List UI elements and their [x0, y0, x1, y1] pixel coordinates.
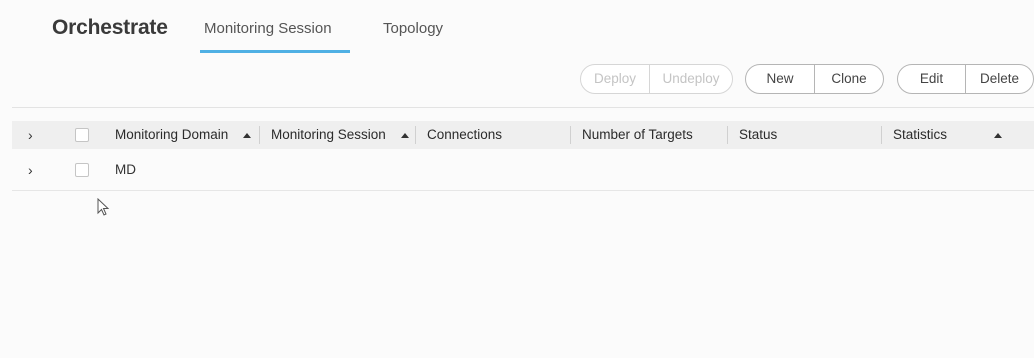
sort-up-icon[interactable]: [401, 133, 409, 138]
tab-topology[interactable]: Topology: [383, 20, 443, 37]
toolbar-divider: [12, 107, 1034, 108]
deploy-button[interactable]: Deploy: [581, 65, 649, 93]
cell-monitoring-domain: MD: [115, 162, 136, 177]
column-header-number-of-targets[interactable]: Number of Targets: [582, 121, 693, 149]
sort-up-icon[interactable]: [243, 133, 251, 138]
table-row[interactable]: › MD: [12, 150, 1034, 190]
edit-button[interactable]: Edit: [898, 65, 965, 93]
delete-button[interactable]: Delete: [965, 65, 1033, 93]
column-header-monitoring-session[interactable]: Monitoring Session: [271, 121, 386, 149]
column-divider: [415, 126, 416, 144]
edit-delete-button-group: Edit Delete: [897, 64, 1034, 94]
table-header: › Monitoring Domain Monitoring Session C…: [12, 121, 1034, 149]
app-title: Orchestrate: [52, 16, 168, 39]
chevron-right-icon[interactable]: ›: [28, 125, 38, 145]
deploy-button-group: Deploy Undeploy: [580, 64, 733, 94]
column-header-statistics[interactable]: Statistics: [893, 121, 947, 149]
mouse-pointer-icon: [97, 198, 110, 216]
app-header: Orchestrate Monitoring Session Topology: [0, 0, 1034, 60]
column-header-connections[interactable]: Connections: [427, 121, 502, 149]
column-header-monitoring-domain[interactable]: Monitoring Domain: [115, 121, 228, 149]
column-header-status[interactable]: Status: [739, 121, 777, 149]
select-all-checkbox[interactable]: [75, 128, 89, 142]
sort-up-icon[interactable]: [994, 133, 1002, 138]
new-button[interactable]: New: [746, 65, 814, 93]
clone-button[interactable]: Clone: [814, 65, 883, 93]
tab-monitoring-session[interactable]: Monitoring Session: [200, 20, 350, 53]
column-divider: [259, 126, 260, 144]
row-divider: [12, 190, 1034, 191]
new-clone-button-group: New Clone: [745, 64, 884, 94]
column-divider: [570, 126, 571, 144]
undeploy-button[interactable]: Undeploy: [649, 65, 732, 93]
chevron-right-icon[interactable]: ›: [28, 160, 38, 180]
row-checkbox[interactable]: [75, 163, 89, 177]
column-divider: [727, 126, 728, 144]
column-divider: [881, 126, 882, 144]
action-toolbar: Deploy Undeploy New Clone Edit Delete: [0, 64, 1034, 94]
